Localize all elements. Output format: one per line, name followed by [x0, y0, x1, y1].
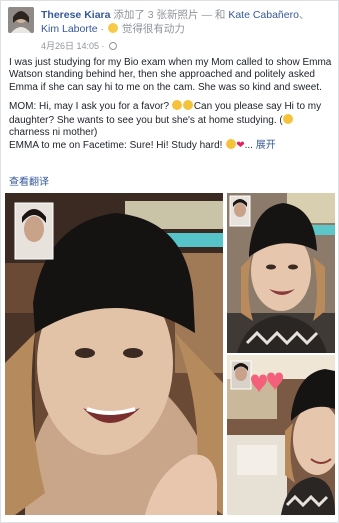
feeling-separator: · — [97, 23, 107, 35]
header-separator: 、 — [298, 9, 310, 21]
author-name-link[interactable]: Therese Kiara — [41, 9, 110, 21]
header-action-text: 添加了 3 张新照片 — 和 — [110, 9, 229, 21]
globe-icon[interactable] — [109, 42, 118, 50]
post-paragraph-3: EMMA to me on Facetime: Sure! Hi! Study … — [9, 140, 226, 152]
facetime-photo-2 — [227, 193, 335, 353]
avatar-image — [8, 7, 34, 33]
post-body: I was just studying for my Bio exam when… — [9, 57, 333, 159]
post-header: Therese Kiara 添加了 3 张新照片 — 和 Kate Cabañe… — [41, 9, 336, 22]
post-timestamp[interactable]: 4月26日 14:05 · — [41, 41, 107, 51]
post-paragraph-2: MOM: Hi, may I ask you for a favor? Can … — [9, 100, 333, 153]
post-paragraph-2c: charness ni mother) — [9, 127, 98, 139]
see-more-link[interactable]: 展开 — [256, 140, 276, 151]
heart-icon: ❤ — [236, 140, 245, 152]
feeling-text: 觉得很有动力 — [118, 23, 185, 35]
post-photo-main[interactable] — [5, 193, 223, 515]
post-photo-3[interactable] — [227, 355, 335, 515]
facetime-photo-main — [5, 193, 223, 515]
smile-emoji-icon — [172, 100, 183, 111]
smiley-icon — [107, 23, 118, 33]
smile-emoji-icon — [225, 139, 236, 150]
ellipsis: ... — [244, 140, 256, 152]
author-avatar[interactable] — [8, 7, 34, 33]
see-translation-link[interactable]: 查看翻译 — [9, 173, 49, 188]
post-meta: 4月26日 14:05 · — [41, 39, 118, 52]
facetime-photo-3 — [227, 355, 335, 515]
facebook-post: Therese Kiara 添加了 3 张新照片 — 和 Kate Cabañe… — [0, 0, 339, 523]
smile-emoji-icon — [183, 100, 194, 111]
grin-emoji-icon — [283, 113, 294, 124]
post-header-line2: Kim Laborte · 觉得很有动力 — [41, 23, 185, 36]
post-paragraph-2a: MOM: Hi, may I ask you for a favor? — [9, 101, 172, 113]
tagged-user-link-1[interactable]: Kate Cabañero — [228, 9, 299, 21]
tagged-user-link-2[interactable]: Kim Laborte — [41, 23, 98, 35]
post-paragraph-1: I was just studying for my Bio exam when… — [9, 57, 332, 93]
post-photo-2[interactable] — [227, 193, 335, 353]
